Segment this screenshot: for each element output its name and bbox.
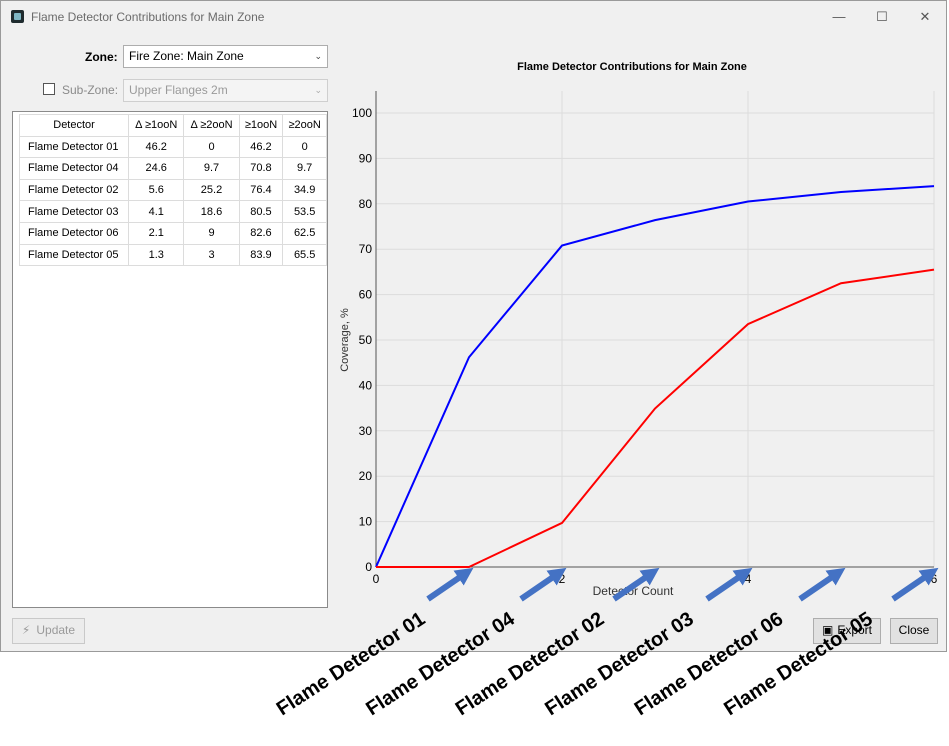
annotation-label: Flame Detector 04 (362, 607, 519, 720)
annotation-label: Flame Detector 03 (541, 608, 697, 720)
annotation-arrow (891, 567, 939, 602)
annotation-label: Flame Detector 01 (273, 608, 429, 720)
annotation-label: Flame Detector 05 (720, 608, 876, 720)
annotation-arrow (612, 567, 660, 602)
annotation-arrow (519, 567, 567, 602)
annotation-arrow (705, 567, 753, 602)
annotation-label: Flame Detector 02 (452, 608, 608, 720)
annotation-arrow (426, 567, 474, 602)
annotation-label: Flame Detector 06 (631, 608, 787, 720)
annotation-arrow (798, 567, 846, 602)
annotation-overlay: Flame Detector 01Flame Detector 04Flame … (273, 567, 939, 720)
